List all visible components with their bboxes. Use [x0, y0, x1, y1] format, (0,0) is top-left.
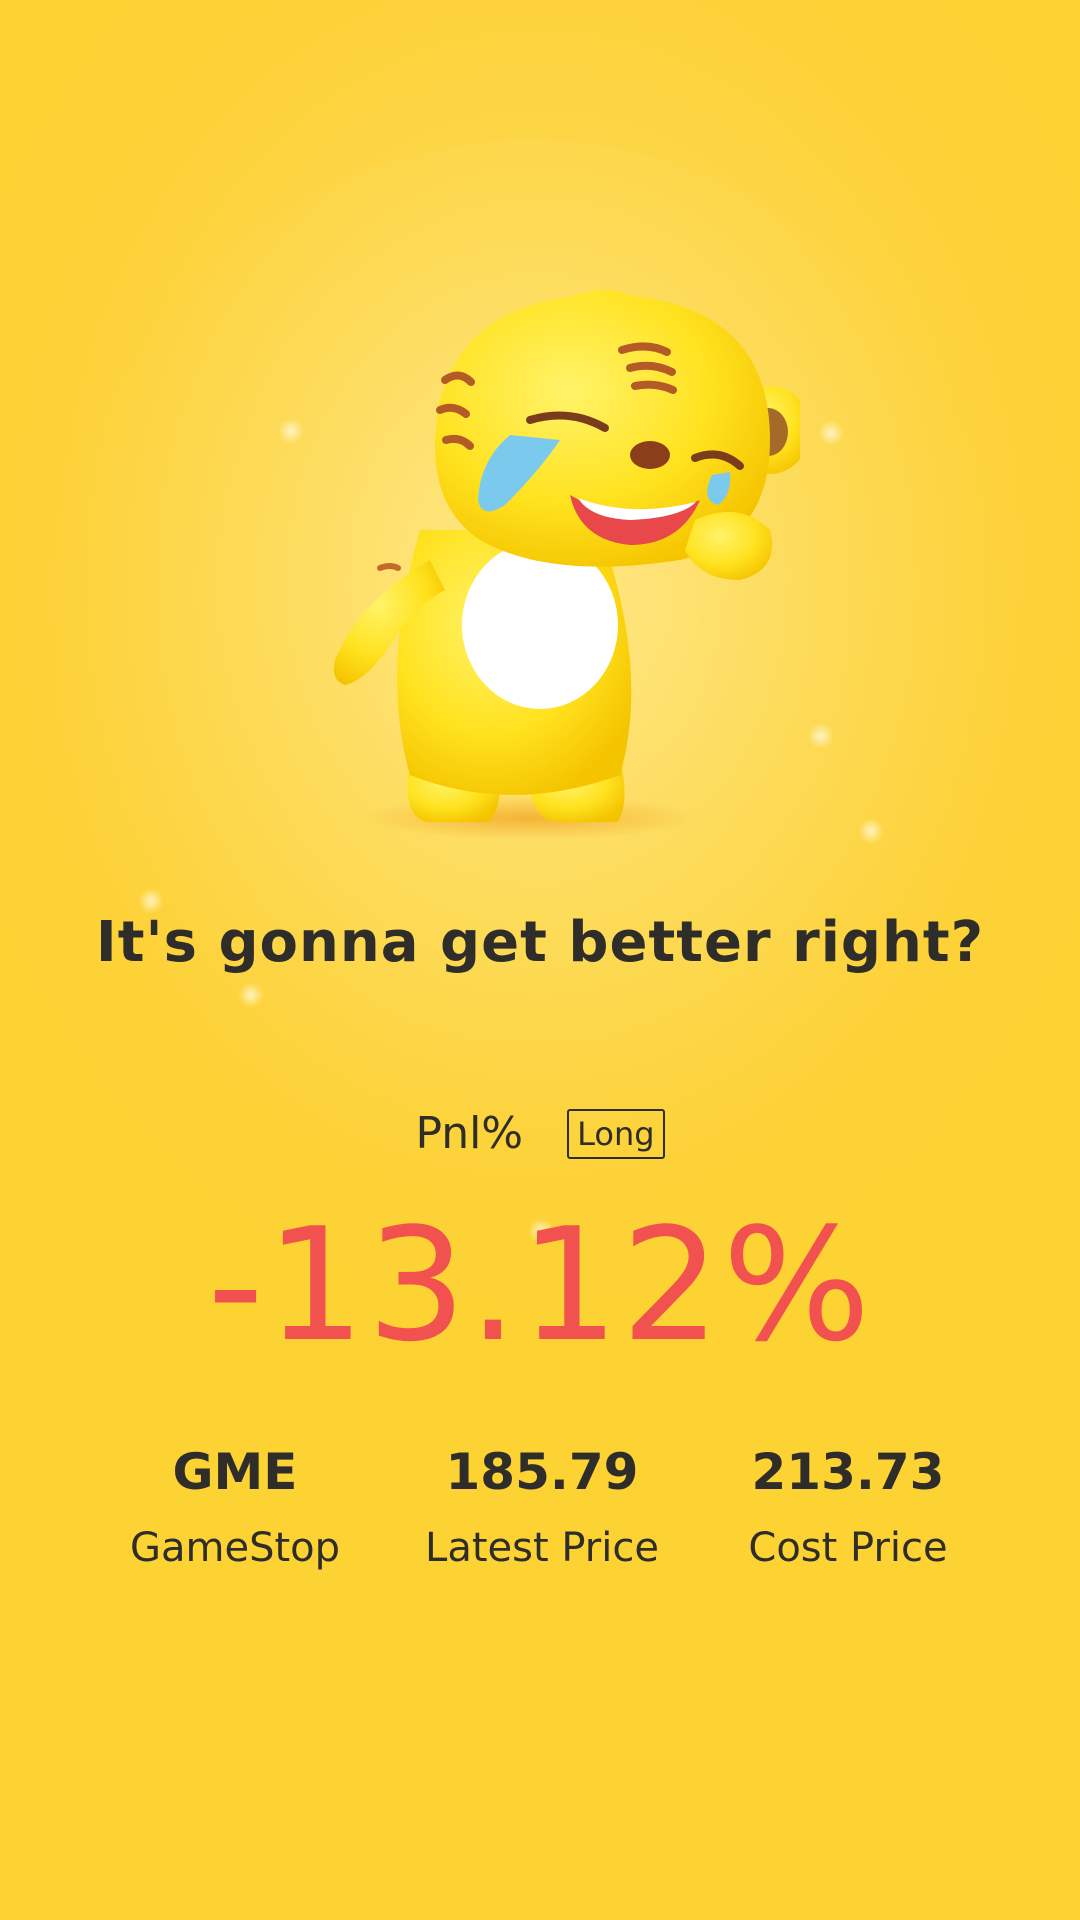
pnl-header: Pnl% Long [0, 1108, 1080, 1159]
stat-cost-price: 213.73 Cost Price [683, 1440, 1013, 1576]
stat-label: Cost Price [748, 1525, 948, 1571]
pnl-value: -13.12% [207, 1194, 873, 1376]
sparkle-icon [238, 982, 264, 1008]
headline-text: It's gonna get better right? [95, 910, 985, 975]
sparkle-icon [818, 420, 844, 446]
stat-label: GameStop [129, 1525, 341, 1571]
crying-tiger-mascot-icon [333, 290, 800, 840]
stat-value: 213.73 [751, 1443, 945, 1501]
position-badge: Long [567, 1108, 665, 1159]
stat-symbol: GME GameStop [70, 1440, 400, 1576]
stat-value: 185.79 [445, 1443, 639, 1501]
sparkle-icon [858, 818, 884, 844]
stat-latest-price: 185.79 Latest Price [377, 1440, 707, 1576]
sparkle-icon [808, 723, 834, 749]
pnl-label: Pnl% [415, 1108, 524, 1159]
stat-label: Latest Price [425, 1525, 659, 1571]
stat-value: GME [172, 1443, 298, 1501]
